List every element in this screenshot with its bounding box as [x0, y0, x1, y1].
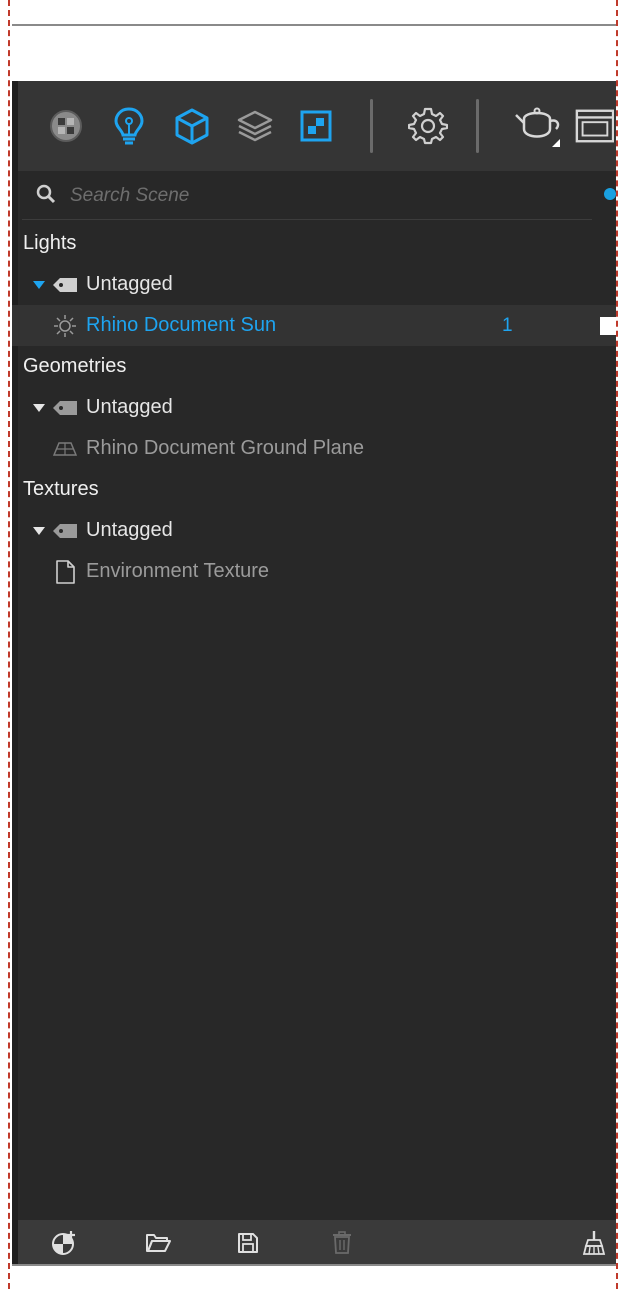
toolbar-separator [476, 99, 479, 153]
tag-icon [53, 523, 77, 538]
left-dashed-border [8, 0, 10, 1289]
section-label: Geometries [23, 355, 127, 377]
list-item-ground-plane[interactable]: Rhino Document Ground Plane [12, 428, 616, 469]
sun-icon [52, 314, 78, 337]
textures-icon[interactable] [296, 103, 336, 149]
item-label: Rhino Document Sun [86, 314, 277, 336]
open-folder-icon[interactable] [144, 1229, 172, 1257]
section-geometries: Geometries [12, 346, 616, 387]
materials-icon[interactable] [46, 103, 86, 149]
color-swatch[interactable] [600, 317, 616, 335]
list-item-sun[interactable]: Rhino Document Sun 1 [12, 305, 616, 346]
lights-icon[interactable] [109, 103, 149, 149]
save-icon[interactable] [234, 1229, 262, 1257]
item-label: Rhino Document Ground Plane [86, 437, 364, 459]
search-input[interactable] [68, 181, 552, 211]
window-icon[interactable] [574, 103, 614, 149]
add-material-icon[interactable] [50, 1229, 78, 1257]
search-icon [36, 184, 56, 209]
layers-icon[interactable] [235, 103, 275, 149]
expand-triangle-icon[interactable] [32, 280, 46, 290]
ground-plane-icon [52, 441, 78, 457]
tag-label: Untagged [86, 396, 173, 418]
visibility-toggle-icon[interactable] [604, 188, 616, 200]
geometries-icon[interactable] [172, 103, 212, 149]
delete-icon[interactable] [328, 1229, 356, 1257]
tag-group-untagged[interactable]: Untagged [12, 387, 616, 428]
tag-group-untagged[interactable]: Untagged [12, 264, 616, 305]
section-textures: Textures [12, 469, 616, 510]
scene-toolbar [18, 81, 616, 171]
scene-tree: Lights Untagged Rhino Document Sun 1 Geo… [12, 223, 616, 592]
tag-group-untagged[interactable]: Untagged [12, 510, 616, 551]
section-label: Textures [23, 478, 99, 500]
search-bar [22, 173, 592, 220]
teapot-icon[interactable] [512, 103, 566, 149]
clean-broom-icon[interactable] [580, 1229, 608, 1257]
toolbar-separator [370, 99, 373, 153]
right-dashed-border [616, 0, 618, 1289]
item-count: 1 [502, 314, 513, 336]
expand-triangle-icon[interactable] [32, 403, 46, 413]
tag-label: Untagged [86, 273, 173, 295]
section-lights: Lights [12, 223, 616, 264]
settings-icon[interactable] [408, 103, 448, 149]
item-label: Environment Texture [86, 560, 270, 582]
top-divider [12, 24, 616, 26]
tag-icon [53, 400, 77, 415]
section-label: Lights [23, 232, 77, 254]
bottom-divider [12, 1264, 616, 1266]
scene-panel: › [12, 81, 616, 1264]
expand-triangle-icon[interactable] [32, 526, 46, 536]
tag-label: Untagged [86, 519, 173, 541]
document-icon [52, 559, 78, 584]
list-item-environment-texture[interactable]: Environment Texture [12, 551, 616, 592]
bottom-toolbar [18, 1220, 616, 1264]
tag-icon [53, 277, 77, 292]
